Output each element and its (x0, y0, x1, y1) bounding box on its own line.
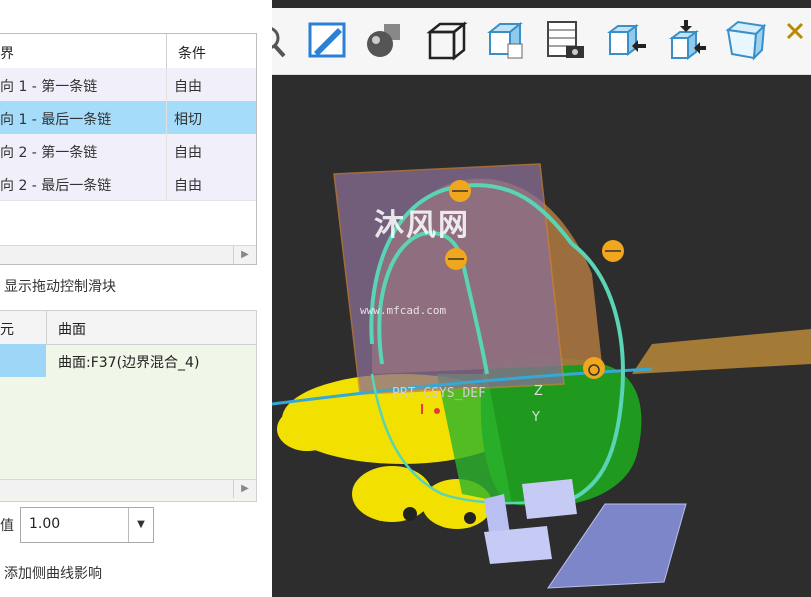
close-icon[interactable] (782, 16, 811, 64)
surface-column-header[interactable]: 曲面 (58, 319, 86, 339)
perspective-box-icon[interactable] (722, 16, 770, 64)
lower-part-3 (484, 526, 552, 564)
boundary-cell[interactable]: 向 1 - 最后一条链 (0, 109, 111, 129)
boundary-cell[interactable]: 向 2 - 最后一条链 (0, 175, 111, 195)
insert-cube-icon[interactable] (602, 16, 650, 64)
axis-y-label: Y (532, 410, 540, 425)
condition-cell[interactable]: 相切 (174, 109, 202, 129)
condition-cell[interactable]: 自由 (174, 142, 202, 162)
saved-views-icon[interactable] (482, 16, 530, 64)
add-side-curve-checkbox-label[interactable]: 添加侧曲线影响 (4, 563, 102, 583)
surface-reference-cell[interactable]: 曲面:F37(边界混合_4) (58, 352, 199, 372)
lower-part-2 (522, 479, 577, 519)
element-column-header[interactable]: 元 (0, 319, 14, 339)
left-panel: 界 条件 向 1 - 第一条链 自由向 1 - 最后一条链 相切向 2 - 第一条链… (0, 0, 272, 597)
surface-table-header: 元 曲面 (0, 311, 256, 345)
cell-divider (166, 167, 167, 200)
condition-cell[interactable]: 自由 (174, 175, 202, 195)
yellow-lobe (277, 407, 337, 451)
model-scene[interactable] (272, 74, 811, 597)
value-field[interactable]: 1.00 (29, 516, 60, 532)
value-combobox[interactable]: 1.00 ▼ (20, 507, 154, 543)
sheet-surface (632, 329, 811, 374)
sketch-view-icon[interactable] (304, 16, 352, 64)
table-row[interactable]: 向 2 - 最后一条链 自由 (0, 167, 256, 201)
surface-table: 元 曲面 曲面:F37(边界混合_4) ▶ (0, 310, 257, 502)
view-toolbar (272, 8, 811, 75)
csys-label: PRT_CSYS_DEF (392, 386, 486, 401)
ground-plate (547, 503, 687, 589)
show-drag-handles-checkbox-label[interactable]: 显示拖动控制滑块 (4, 276, 116, 296)
boundary-cell[interactable]: 向 1 - 第一条链 (0, 76, 97, 96)
table-row[interactable]: 向 1 - 第一条链 自由 (0, 68, 256, 102)
cell-divider (166, 68, 167, 101)
watermark-text: 沐风网 (374, 208, 470, 243)
boundaries-table: 界 条件 向 1 - 第一条链 自由向 1 - 最后一条链 相切向 2 - 第一条链… (0, 33, 257, 265)
condition-cell[interactable]: 自由 (174, 76, 202, 96)
dark-feature (403, 507, 417, 521)
value-label: 值 (0, 518, 14, 534)
boundaries-table-header: 界 条件 (0, 34, 256, 69)
scroll-right-arrow-icon[interactable]: ▶ (233, 480, 256, 498)
table-row[interactable]: 向 1 - 最后一条链 相切 (0, 101, 256, 135)
horizontal-scrollbar[interactable]: ▶ (0, 479, 256, 498)
boundary-column-header[interactable]: 界 (0, 43, 14, 63)
horizontal-scrollbar[interactable]: ▶ (0, 245, 256, 264)
column-divider[interactable] (166, 34, 167, 68)
condition-column-header[interactable]: 条件 (178, 43, 206, 63)
axis-z-label: Z (534, 384, 543, 399)
yellow-lower-lobe (352, 466, 432, 522)
chevron-down-icon[interactable]: ▼ (128, 508, 153, 542)
selected-element-cell[interactable] (0, 344, 46, 377)
table-row[interactable]: 向 2 - 第一条链 自由 (0, 134, 256, 168)
table-camera-icon[interactable] (542, 16, 590, 64)
datum-arrow-icon[interactable] (662, 16, 710, 64)
graphics-viewport[interactable]: 沐风网 www.mfcad.com PRT_CSYS_DEF Z Y (272, 0, 811, 597)
cell-divider (166, 134, 167, 167)
cell-divider (166, 101, 167, 134)
search-icon[interactable] (272, 16, 306, 64)
dark-feature-right (464, 512, 476, 524)
watermark-url: www.mfcad.com (360, 304, 447, 317)
scroll-right-arrow-icon[interactable]: ▶ (233, 246, 256, 264)
wireframe-box-icon[interactable] (422, 16, 470, 64)
column-divider[interactable] (46, 311, 47, 344)
boundary-cell[interactable]: 向 2 - 第一条链 (0, 142, 97, 162)
shading-icon[interactable] (362, 16, 410, 64)
